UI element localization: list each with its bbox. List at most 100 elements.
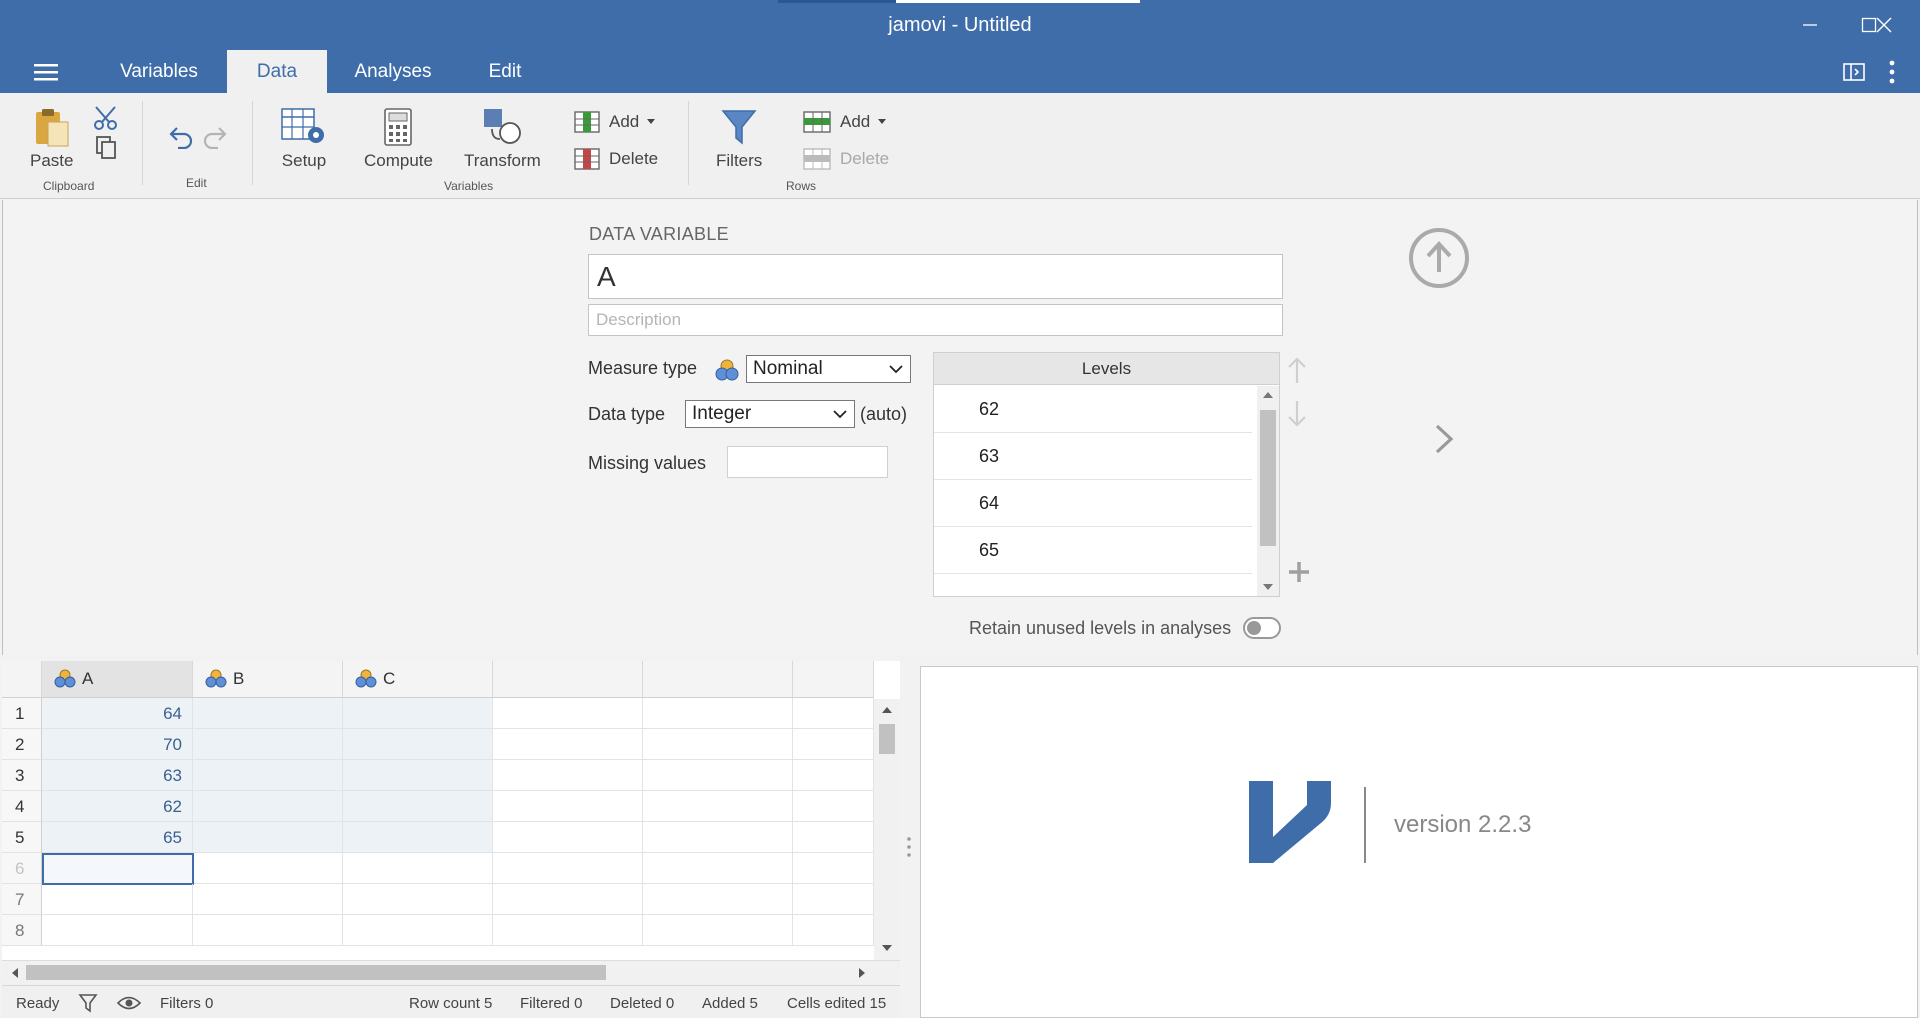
- next-variable-chevron-icon[interactable]: [1431, 422, 1457, 456]
- table-cell[interactable]: [793, 760, 874, 791]
- row-number[interactable]: 4: [2, 791, 42, 822]
- table-cell[interactable]: [493, 915, 643, 946]
- table-cell[interactable]: [793, 853, 874, 884]
- levels-scrollbar[interactable]: [1257, 386, 1279, 596]
- table-cell[interactable]: [793, 884, 874, 915]
- table-cell[interactable]: 65: [42, 822, 193, 853]
- levels-scrollbar-thumb[interactable]: [1260, 410, 1276, 546]
- table-cell[interactable]: [643, 791, 793, 822]
- eye-icon[interactable]: [116, 994, 142, 1012]
- horizontal-scrollbar-thumb[interactable]: [26, 965, 606, 980]
- table-cell[interactable]: [643, 853, 793, 884]
- table-cell[interactable]: [493, 760, 643, 791]
- move-level-up-icon[interactable]: [1285, 355, 1309, 387]
- table-cell[interactable]: [343, 915, 493, 946]
- transform-button[interactable]: Transform: [464, 107, 541, 171]
- panel-splitter-grip-icon[interactable]: [906, 835, 912, 859]
- close-button[interactable]: [1854, 8, 1914, 42]
- column-header-empty[interactable]: [643, 661, 793, 698]
- cut-button[interactable]: [92, 105, 120, 131]
- table-cell[interactable]: [194, 853, 343, 884]
- table-cell[interactable]: [643, 760, 793, 791]
- table-cell[interactable]: [493, 853, 643, 884]
- row-number[interactable]: 3: [2, 760, 42, 791]
- table-cell[interactable]: [493, 729, 643, 760]
- toggle-results-panel-button[interactable]: [1842, 60, 1866, 84]
- table-cell[interactable]: [193, 729, 343, 760]
- filter-funnel-icon[interactable]: [78, 992, 98, 1014]
- table-cell[interactable]: [343, 853, 493, 884]
- table-cell[interactable]: [793, 729, 874, 760]
- add-variable-button[interactable]: Add: [573, 110, 659, 134]
- column-header-c[interactable]: C: [343, 661, 493, 698]
- row-number[interactable]: 1: [2, 698, 42, 729]
- level-item[interactable]: 62: [934, 386, 1252, 433]
- table-cell[interactable]: [493, 884, 643, 915]
- minimize-button[interactable]: [1780, 8, 1840, 42]
- table-cell[interactable]: [193, 698, 343, 729]
- table-cell[interactable]: 64: [42, 698, 193, 729]
- column-header-empty[interactable]: [493, 661, 643, 698]
- redo-button[interactable]: [202, 125, 230, 149]
- compute-button[interactable]: Compute: [364, 107, 433, 171]
- filters-button[interactable]: Filters: [716, 107, 762, 171]
- table-cell[interactable]: [343, 698, 493, 729]
- row-number[interactable]: 2: [2, 729, 42, 760]
- tab-variables[interactable]: Variables: [100, 50, 218, 93]
- level-item[interactable]: 63: [934, 433, 1252, 480]
- table-cell[interactable]: [193, 760, 343, 791]
- tab-data[interactable]: Data: [227, 50, 327, 93]
- row-number[interactable]: 5: [2, 822, 42, 853]
- table-cell[interactable]: [793, 698, 874, 729]
- table-cell[interactable]: [42, 915, 193, 946]
- delete-row-button[interactable]: Delete: [802, 147, 889, 171]
- copy-button[interactable]: [94, 135, 118, 161]
- delete-variable-button[interactable]: Delete: [573, 147, 658, 171]
- table-cell[interactable]: [493, 822, 643, 853]
- selected-cell[interactable]: [42, 853, 194, 885]
- table-cell[interactable]: [343, 760, 493, 791]
- table-cell[interactable]: [343, 729, 493, 760]
- table-cell[interactable]: [493, 698, 643, 729]
- row-number[interactable]: 7: [2, 884, 42, 915]
- table-cell[interactable]: [193, 915, 343, 946]
- table-cell[interactable]: [793, 915, 874, 946]
- sheet-vertical-scrollbar[interactable]: [874, 699, 900, 960]
- table-cell[interactable]: [193, 884, 343, 915]
- sheet-horizontal-scrollbar[interactable]: [2, 960, 900, 983]
- table-cell[interactable]: [343, 822, 493, 853]
- column-header-empty[interactable]: [793, 661, 874, 698]
- table-cell[interactable]: 70: [42, 729, 193, 760]
- table-cell[interactable]: [793, 791, 874, 822]
- paste-button[interactable]: Paste: [30, 107, 73, 171]
- add-level-plus-icon[interactable]: [1287, 560, 1311, 584]
- row-number[interactable]: 8: [2, 915, 42, 946]
- setup-button[interactable]: Setup: [280, 107, 328, 171]
- table-cell[interactable]: [42, 884, 193, 915]
- table-cell[interactable]: [493, 791, 643, 822]
- vertical-scrollbar-thumb[interactable]: [879, 724, 895, 754]
- row-number[interactable]: 6: [2, 853, 42, 884]
- level-item[interactable]: 64: [934, 480, 1252, 527]
- main-menu-button[interactable]: [28, 60, 64, 84]
- collapse-panel-up-icon[interactable]: [1407, 226, 1471, 290]
- table-cell[interactable]: [793, 822, 874, 853]
- data-type-select[interactable]: Integer: [685, 400, 855, 428]
- tab-analyses[interactable]: Analyses: [338, 50, 448, 93]
- tab-edit[interactable]: Edit: [462, 50, 548, 93]
- add-row-button[interactable]: Add: [802, 110, 890, 134]
- table-cell[interactable]: [193, 822, 343, 853]
- table-cell[interactable]: 62: [42, 791, 193, 822]
- variable-name-input[interactable]: [588, 254, 1283, 299]
- undo-button[interactable]: [166, 125, 194, 149]
- variable-description-input[interactable]: [588, 304, 1283, 336]
- level-item[interactable]: 65: [934, 527, 1252, 574]
- move-level-down-icon[interactable]: [1285, 397, 1309, 429]
- table-cell[interactable]: [343, 884, 493, 915]
- missing-values-input[interactable]: [727, 446, 888, 478]
- table-cell[interactable]: [643, 822, 793, 853]
- table-cell[interactable]: [643, 729, 793, 760]
- table-cell[interactable]: [643, 915, 793, 946]
- table-cell[interactable]: 63: [42, 760, 193, 791]
- column-header-a[interactable]: A: [42, 661, 193, 698]
